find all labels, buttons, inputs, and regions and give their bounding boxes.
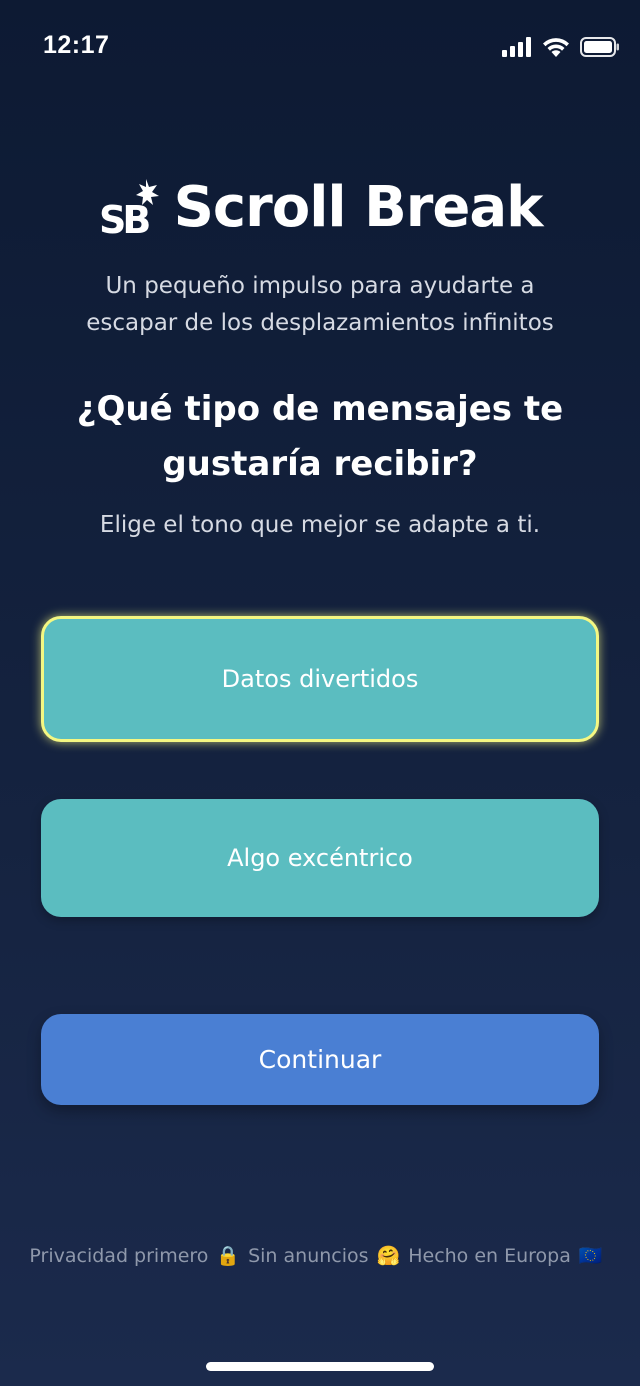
signal-icon: [502, 36, 531, 57]
tagline: Un pequeño impulso para ayudarte a escap…: [40, 268, 600, 342]
question-subtitle: Elige el tono que mejor se adapte a ti.: [99, 512, 541, 538]
option-fun-facts[interactable]: Datos divertidos: [41, 616, 599, 742]
continue-button[interactable]: Continuar: [41, 1014, 599, 1105]
question-heading: ¿Qué tipo de mensajes te gustaría recibi…: [30, 382, 610, 492]
lock-icon: 🔒: [216, 1245, 241, 1267]
home-indicator[interactable]: [206, 1362, 434, 1371]
option-quirky[interactable]: Algo excéntrico: [41, 799, 599, 917]
battery-icon: [580, 36, 619, 57]
footer-privacy: Privacidad primero: [29, 1244, 209, 1267]
logo-text: SB: [99, 198, 149, 239]
hugging-face-icon: 🤗: [376, 1245, 401, 1267]
continue-label: Continuar: [258, 1045, 382, 1074]
tagline-line-2: escapar de los desplazamientos infinitos: [86, 310, 554, 336]
question-line-1: ¿Qué tipo de mensajes te: [76, 389, 564, 429]
wifi-icon: [543, 38, 569, 57]
question-line-2: gustaría recibir?: [162, 444, 478, 484]
status-bar: 12:17: [0, 0, 640, 94]
footer-no-ads: Sin anuncios: [248, 1244, 369, 1267]
logo-icon: SB: [98, 177, 160, 242]
footer: Privacidad primero 🔒 Sin anuncios 🤗 Hech…: [0, 1244, 640, 1268]
status-icons: [502, 36, 620, 57]
status-time: 12:17: [43, 31, 110, 59]
header: SB Scroll Break: [0, 172, 640, 244]
app-title: Scroll Break: [173, 175, 544, 240]
footer-made-in: Hecho en Europa: [408, 1244, 571, 1267]
eu-flag-icon: 🇪🇺: [578, 1245, 603, 1267]
option-label: Datos divertidos: [221, 665, 419, 693]
option-label: Algo excéntrico: [227, 844, 413, 872]
tagline-line-1: Un pequeño impulso para ayudarte a: [105, 273, 535, 299]
